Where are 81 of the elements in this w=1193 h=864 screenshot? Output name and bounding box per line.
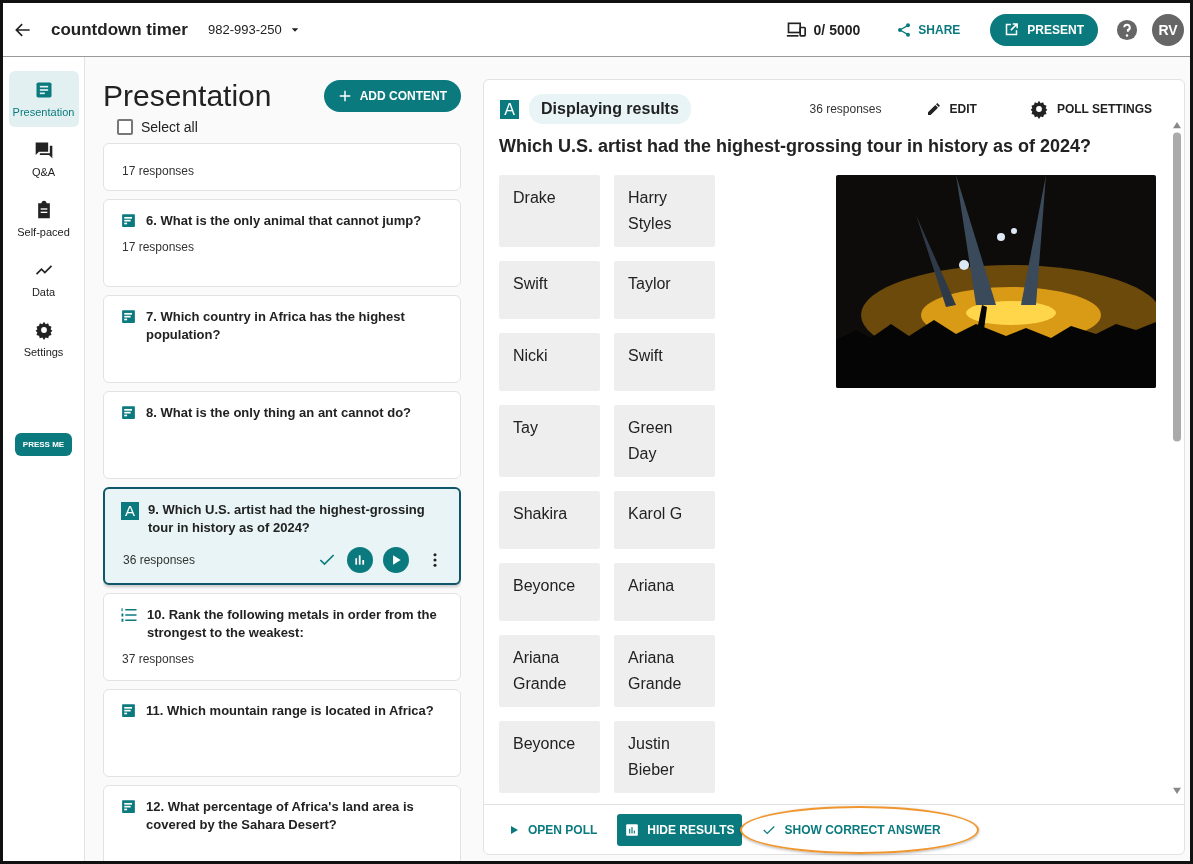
document-icon: [120, 212, 137, 229]
numbered-list-icon: [120, 606, 138, 624]
select-all-checkbox[interactable]: [117, 119, 133, 135]
session-code: 982-993-250: [207, 22, 282, 37]
question-title: 7. Which country in Africa has the highest population?: [146, 308, 406, 344]
answer-tile: Tay: [499, 405, 600, 477]
presentation-title: countdown timer: [51, 19, 188, 40]
nav-item[interactable]: Self-paced: [8, 191, 79, 247]
question-card[interactable]: 12. What percentage of Africa's land area is covered by the Sahara Desert?: [103, 785, 461, 861]
letter-icon: A: [121, 502, 139, 520]
footer-button[interactable]: SHOW CORRECT ANSWER: [754, 813, 949, 846]
answer-tile: Beyonce: [499, 721, 600, 793]
device-count: 0/ 5000: [813, 21, 861, 38]
status-pill: Displaying results: [529, 94, 691, 124]
nav-item[interactable]: Data: [8, 251, 79, 307]
poll-settings-button[interactable]: POLL SETTINGS: [1022, 98, 1158, 120]
press-me-button[interactable]: PRESS ME: [14, 433, 73, 456]
footer-button[interactable]: HIDE RESULTS: [617, 813, 743, 846]
document-icon: [120, 404, 137, 421]
nav-item[interactable]: Presentation: [8, 71, 79, 127]
response-count: 17 responses: [122, 164, 195, 178]
answer-tile: Ariana Grande: [499, 635, 600, 707]
help-button[interactable]: [1116, 18, 1138, 41]
poll-question: Which U.S. artist had the highest-grossing tour in history as of 2024?: [499, 136, 1093, 157]
settings-icon: [33, 320, 54, 340]
chat-icon: [33, 140, 54, 160]
document-icon: [120, 798, 137, 815]
question-title: 8. What is the only thing an ant cannot do?: [146, 404, 412, 422]
results-button[interactable]: [347, 547, 373, 573]
bar-chart-icon: [625, 822, 640, 837]
question-card[interactable]: 8. What is the only thing an ant cannot do?: [103, 391, 461, 479]
settings-icon: [1028, 99, 1049, 119]
share-icon: [896, 21, 913, 38]
question-card[interactable]: A 9. Which U.S. artist had the highest-grossing tour in history as of 2024? 36 responses: [103, 487, 461, 585]
question-card[interactable]: 7. Which country in Africa has the highest population?: [103, 295, 461, 383]
question-card[interactable]: 6. What is the only animal that cannot jump? 17 responses: [103, 199, 461, 287]
user-avatar[interactable]: RV: [1152, 13, 1184, 46]
help-icon: [1116, 18, 1138, 41]
select-all-label: Select all: [141, 119, 198, 135]
question-title: 9. Which U.S. artist had the highest-grossing tour in history as of 2024?: [148, 501, 426, 537]
edit-button[interactable]: EDIT: [919, 100, 983, 118]
answer-tile: Ariana Grande: [614, 635, 715, 707]
question-card[interactable]: 11. Which mountain range is located in Africa?: [103, 689, 461, 777]
footer-button[interactable]: OPEN POLL: [500, 813, 606, 846]
present-button[interactable]: PRESENT: [990, 13, 1098, 46]
list-heading: Presentation: [103, 79, 272, 113]
pencil-icon: [925, 101, 942, 117]
question-card[interactable]: 17 responses: [103, 143, 461, 191]
bar-chart-icon: [353, 553, 367, 567]
answer-tile: Green Day: [614, 405, 715, 477]
question-card[interactable]: 10. Rank the following metals in order from the strongest to the weakest: 37 responses: [103, 593, 461, 681]
answer-tile: Ariana: [614, 563, 715, 621]
answer-tile: Swift: [614, 333, 715, 391]
answer-tile: Karol G: [614, 491, 715, 549]
answer-tile: Shakira: [499, 491, 600, 549]
answer-tile: Drake: [499, 175, 600, 247]
answer-tile: Swift: [499, 261, 600, 319]
question-title: 12. What percentage of Africa's land area is covered by the Sahara Desert?: [146, 798, 415, 834]
document-icon: [120, 308, 137, 325]
answer-tile: Taylor: [614, 261, 715, 319]
nav-item[interactable]: Settings: [8, 311, 79, 367]
answer-tile: Beyonce: [499, 563, 600, 621]
answer-tile: Nicki: [499, 333, 600, 391]
play-button[interactable]: [383, 547, 409, 573]
letter-icon: A: [500, 100, 519, 119]
response-count: 37 responses: [122, 652, 195, 666]
response-count: 36 responses: [809, 102, 882, 116]
answer-tile: Justin Bieber: [614, 721, 715, 793]
document-icon: [120, 702, 137, 719]
question-title: 6. What is the only animal that cannot jump?: [146, 212, 422, 230]
share-button[interactable]: SHARE: [890, 20, 967, 39]
add-content-button[interactable]: ADD CONTENT: [323, 80, 461, 112]
answer-tile: Harry Styles: [614, 175, 715, 247]
response-count: 36 responses: [123, 553, 196, 567]
external-link-icon: [1004, 22, 1020, 37]
play-icon: [508, 823, 520, 836]
nav-item[interactable]: Q&A: [8, 131, 79, 187]
question-title: 11. Which mountain range is located in Africa?: [146, 702, 434, 720]
plus-icon: [337, 89, 352, 103]
question-title: 10. Rank the following metals in order from the strongest to the weakest:: [147, 606, 437, 642]
response-count: 17 responses: [122, 240, 195, 254]
